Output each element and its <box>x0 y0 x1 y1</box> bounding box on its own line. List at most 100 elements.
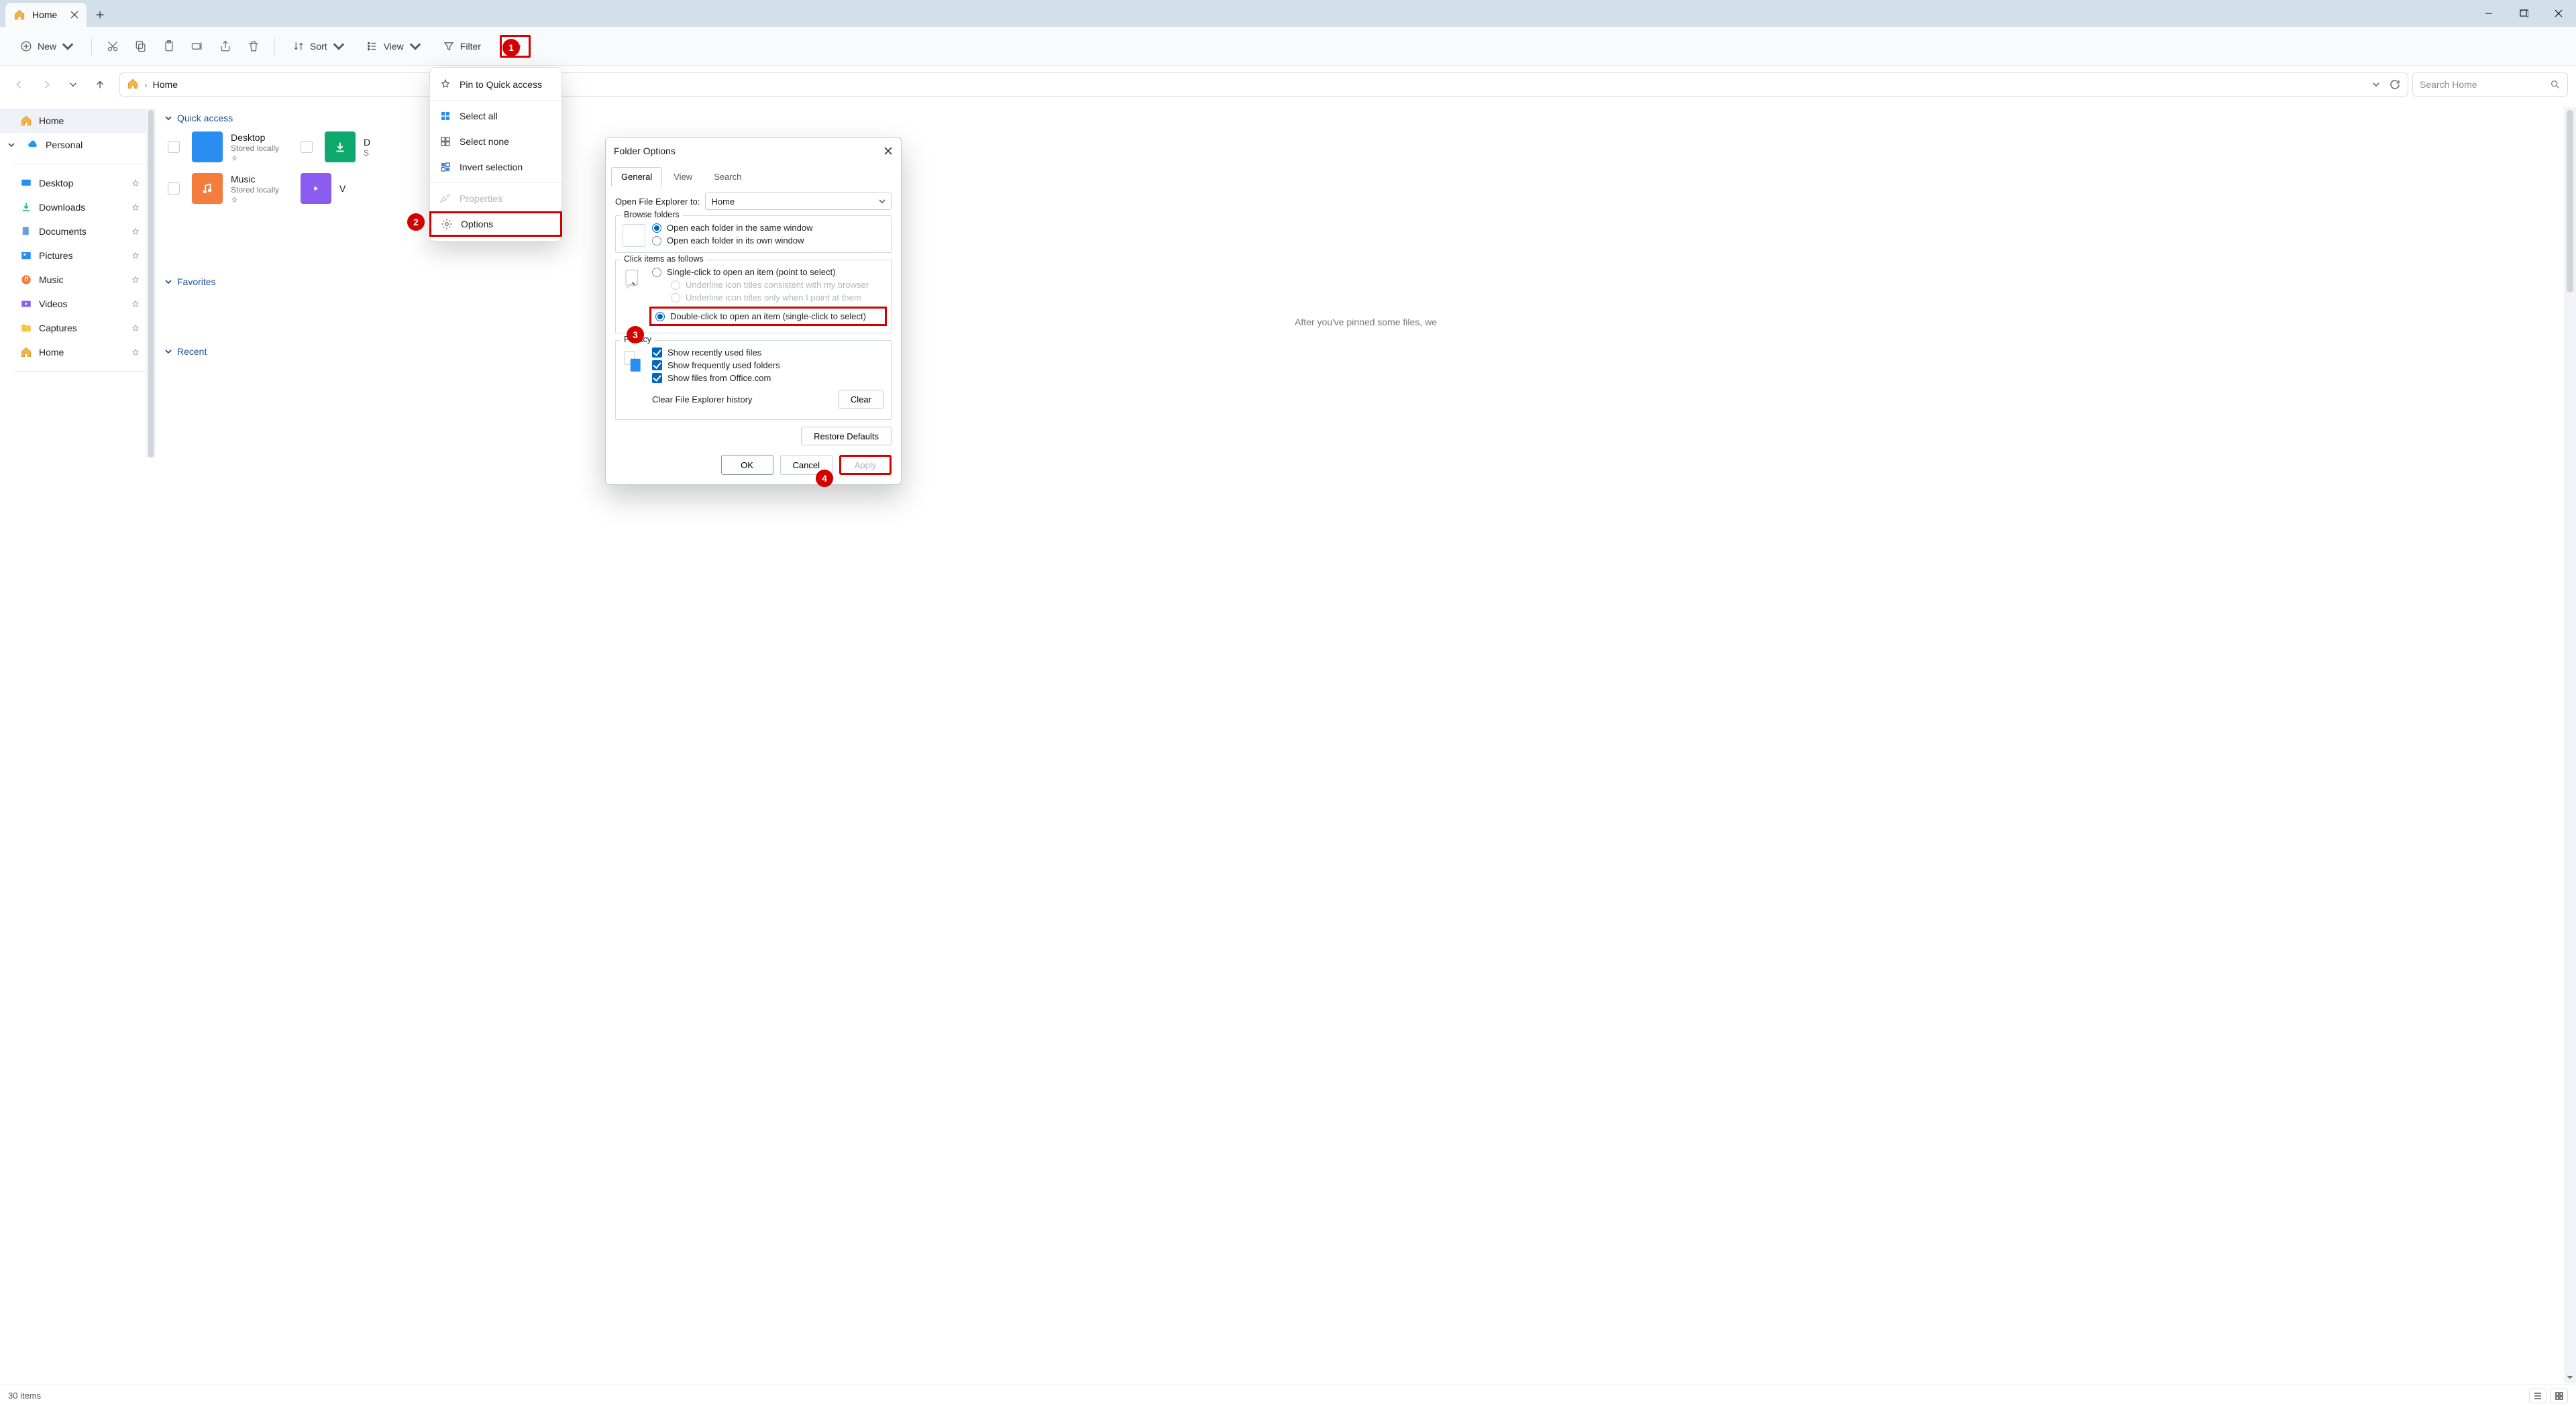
sidebar-personal[interactable]: Personal <box>0 133 156 157</box>
sidebar-pin-home[interactable]: Home <box>0 340 156 364</box>
pin-icon <box>131 324 140 332</box>
download-icon <box>325 131 356 162</box>
minimize-button[interactable] <box>2471 0 2506 27</box>
checkbox[interactable] <box>301 141 313 153</box>
menu-pin-quick-access[interactable]: Pin to Quick access <box>430 72 561 97</box>
view-switcher <box>2529 1389 2568 1403</box>
menu-invert-selection[interactable]: Invert selection <box>430 154 561 180</box>
sidebar-pin-music[interactable]: Music <box>0 268 156 292</box>
apply-button[interactable]: Apply <box>839 455 892 475</box>
restore-defaults-button[interactable]: Restore Defaults <box>801 427 892 445</box>
chevron-down-icon[interactable] <box>2373 81 2379 88</box>
menu-options[interactable]: Options <box>429 211 562 237</box>
qa-music[interactable]: Music Stored locally <box>165 170 282 207</box>
recent-locations-button[interactable] <box>62 73 85 96</box>
view-label: View <box>384 41 404 52</box>
radio-single-click[interactable]: Single-click to open an item (point to s… <box>652 267 884 277</box>
more-menu: Pin to Quick access Select all Select no… <box>429 67 562 241</box>
sidebar-pin-desktop[interactable]: Desktop <box>0 171 156 195</box>
forward-button[interactable] <box>35 73 58 96</box>
open-label: Open File Explorer to: <box>615 197 700 207</box>
filter-label: Filter <box>460 41 481 52</box>
sidebar-label: Downloads <box>39 202 85 213</box>
checkbox[interactable] <box>168 182 180 195</box>
menu-label: Pin to Quick access <box>460 79 542 90</box>
sidebar-pin-captures[interactable]: Captures <box>0 316 156 340</box>
sidebar-pin-downloads[interactable]: Downloads <box>0 195 156 219</box>
new-button[interactable]: New <box>12 34 82 58</box>
search-input[interactable]: Search Home <box>2412 72 2568 97</box>
documents-icon <box>20 225 32 237</box>
pictures-icon <box>20 250 32 262</box>
qa-hidden-3[interactable]: V <box>298 170 348 207</box>
folder-window-icon <box>623 224 645 247</box>
sidebar-label: Desktop <box>39 178 73 188</box>
sidebar-pin-pictures[interactable]: Pictures <box>0 244 156 268</box>
radio-own-window[interactable]: Open each folder in its own window <box>652 235 884 246</box>
home-icon <box>20 115 32 127</box>
sort-button[interactable]: Sort <box>284 34 353 58</box>
sidebar-pin-videos[interactable]: Videos <box>0 292 156 316</box>
menu-select-none[interactable]: Select none <box>430 129 561 154</box>
new-tab-button[interactable] <box>87 3 113 27</box>
separator <box>274 37 275 56</box>
breadcrumb-root[interactable]: Home <box>153 79 178 90</box>
home-icon <box>127 78 139 92</box>
sidebar-divider <box>13 371 148 372</box>
radio-double-click[interactable]: Double-click to open an item (single-cli… <box>655 311 881 321</box>
tab-view[interactable]: View <box>663 167 702 186</box>
qa-desktop[interactable]: Desktop Stored locally <box>165 129 282 165</box>
view-button[interactable]: View <box>358 34 429 58</box>
open-combobox[interactable]: Home <box>705 193 892 210</box>
paste-button[interactable] <box>158 35 180 58</box>
back-button[interactable] <box>8 73 31 96</box>
close-button[interactable] <box>2541 0 2576 27</box>
sidebar-scrollbar[interactable] <box>146 110 156 457</box>
group-label: Recent <box>177 346 207 357</box>
dialog-title: Folder Options <box>614 146 676 156</box>
maximize-button[interactable] <box>2506 0 2541 27</box>
item-initial: D <box>364 137 370 148</box>
chevron-down-icon[interactable] <box>8 142 15 148</box>
qa-hidden-1[interactable]: DS <box>298 129 373 165</box>
pin-icon <box>131 276 140 284</box>
sort-label: Sort <box>310 41 327 52</box>
tab-home[interactable]: Home <box>5 3 87 27</box>
up-button[interactable] <box>89 73 111 96</box>
radio-same-window[interactable]: Open each folder in the same window <box>652 223 884 233</box>
group-favorites[interactable]: Favorites <box>165 276 2567 287</box>
check-frequent-folders[interactable]: Show frequently used folders <box>652 360 884 370</box>
dialog-close-button[interactable] <box>883 146 893 156</box>
cut-button[interactable] <box>101 35 124 58</box>
sidebar-home[interactable]: Home <box>0 109 156 133</box>
tab-general[interactable]: General <box>611 167 662 186</box>
tab-search[interactable]: Search <box>704 167 751 186</box>
clear-button[interactable]: Clear <box>838 390 884 409</box>
search-placeholder: Search Home <box>2420 79 2477 90</box>
home-icon <box>20 346 32 358</box>
click-items-group: Click items as follows Single-click to o… <box>615 260 892 333</box>
check-office-files[interactable]: Show files from Office.com <box>652 373 884 383</box>
sidebar-pin-documents[interactable]: Documents <box>0 219 156 244</box>
tiles-view-button[interactable] <box>2551 1389 2568 1403</box>
checkbox[interactable] <box>168 141 180 153</box>
item-sub: Stored locally <box>231 185 279 195</box>
rename-button[interactable] <box>186 35 209 58</box>
close-icon[interactable] <box>69 9 80 20</box>
share-button[interactable] <box>214 35 237 58</box>
toolbar: New Sort View Filter <box>0 27 2576 66</box>
pin-icon <box>131 300 140 308</box>
pin-icon <box>131 227 140 235</box>
ok-button[interactable]: OK <box>721 455 773 475</box>
copy-button[interactable] <box>129 35 152 58</box>
group-recent[interactable]: Recent <box>165 346 2567 357</box>
main-scrollbar[interactable] <box>2564 107 2576 1383</box>
refresh-button[interactable] <box>2389 78 2401 91</box>
status-bar: 30 items <box>0 1385 2576 1406</box>
filter-button[interactable]: Filter <box>435 34 489 58</box>
menu-select-all[interactable]: Select all <box>430 103 561 129</box>
details-view-button[interactable] <box>2529 1389 2546 1403</box>
check-recent-files[interactable]: Show recently used files <box>652 347 884 358</box>
delete-button[interactable] <box>242 35 265 58</box>
callout-2: 2 <box>407 213 425 231</box>
